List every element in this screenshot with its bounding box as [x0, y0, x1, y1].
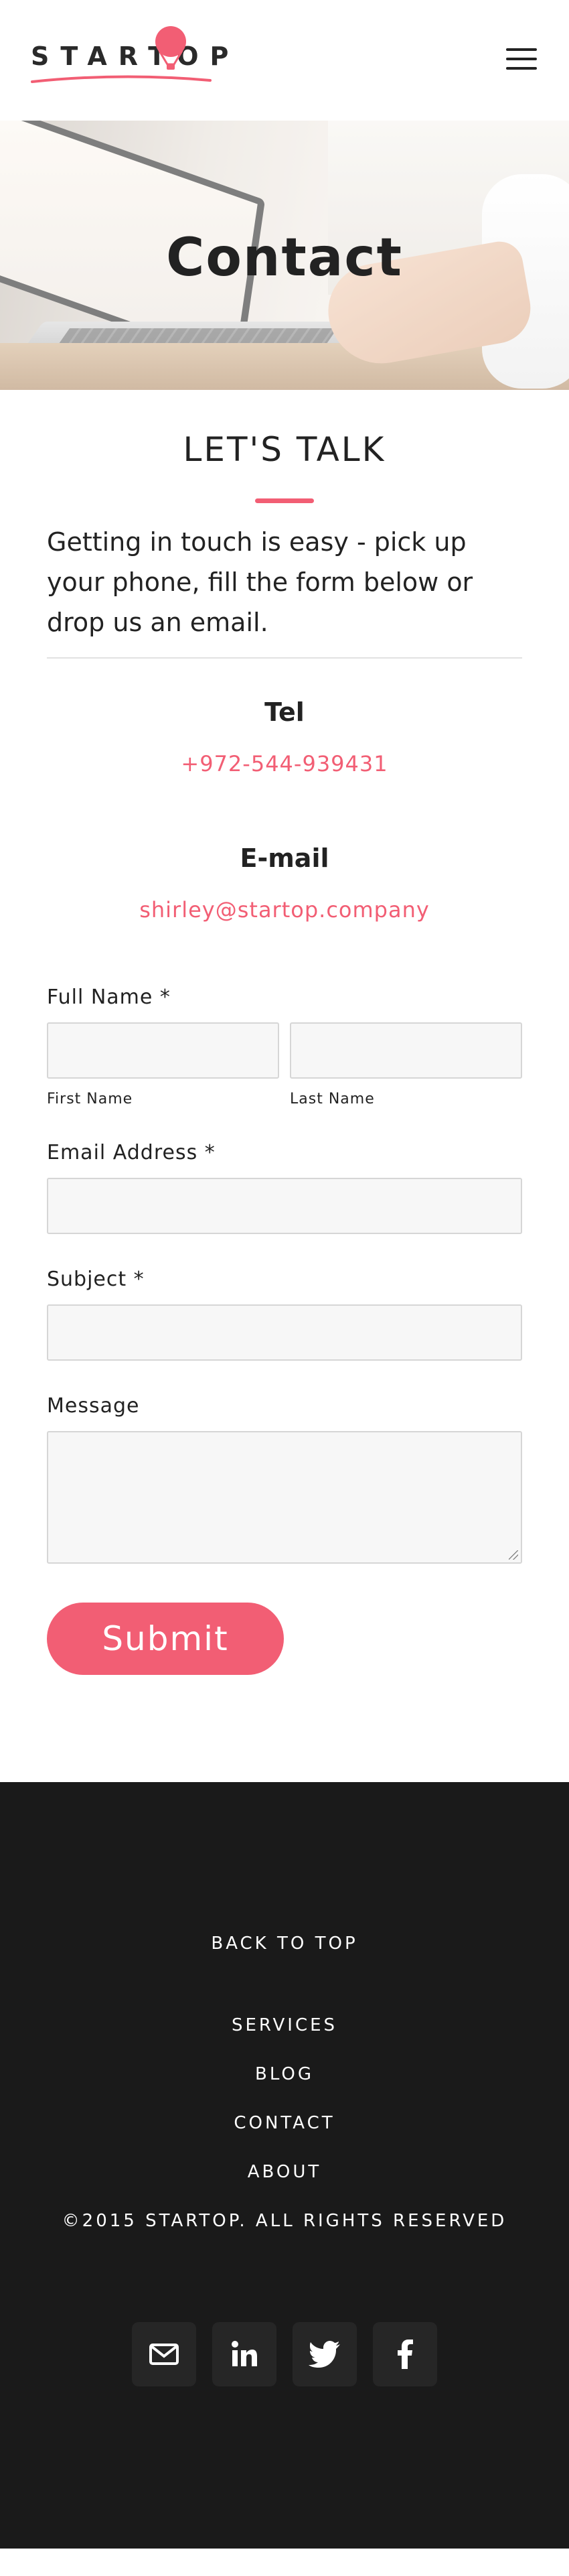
section-heading: LET'S TALK [183, 430, 386, 469]
email-address-label: Email Address * [47, 1141, 216, 1164]
tel-label: Tel [264, 697, 305, 727]
hero-banner: Contact [0, 121, 569, 390]
linkedin-social-button[interactable] [212, 2322, 276, 2386]
full-name-label: Full Name * [47, 986, 171, 1009]
accent-divider [255, 498, 314, 503]
contact-form: Full Name * First Name Last Name Email A… [47, 986, 522, 1675]
balloon-icon [155, 26, 186, 70]
site-header: STARTOP [0, 0, 569, 121]
social-links [0, 2322, 569, 2386]
facebook-icon [398, 2340, 413, 2369]
site-footer: BACK TO TOP SERVICES BLOG CONTACT ABOUT … [0, 1782, 569, 2549]
twitter-social-button[interactable] [293, 2322, 357, 2386]
message-textarea[interactable] [47, 1431, 522, 1564]
facebook-social-button[interactable] [373, 2322, 437, 2386]
email-link[interactable]: shirley@startop.company [47, 897, 522, 923]
email-field-block: Email Address * [47, 1141, 522, 1234]
email-icon [149, 2344, 179, 2365]
last-name-input[interactable] [290, 1022, 522, 1079]
startop-logo[interactable]: STARTOP [31, 25, 228, 86]
email-social-button[interactable] [132, 2322, 196, 2386]
first-name-label: First Name [47, 1091, 133, 1107]
page-title: Contact [166, 228, 403, 288]
resize-handle-icon[interactable] [509, 1550, 518, 1560]
message-field-block: Message [47, 1394, 522, 1564]
hamburger-menu-icon[interactable] [506, 47, 537, 71]
logo-swoosh [31, 75, 212, 83]
last-name-col: Last Name [290, 1022, 522, 1107]
email-input[interactable] [47, 1178, 522, 1234]
tel-link[interactable]: +972-544-939431 [47, 751, 522, 776]
message-label: Message [47, 1394, 140, 1418]
twitter-icon [309, 2341, 340, 2368]
subject-input[interactable] [47, 1304, 522, 1361]
linkedin-icon [232, 2341, 257, 2366]
intro-text: Getting in touch is easy - pick up your … [47, 527, 473, 637]
footer-link-services[interactable]: SERVICES [0, 2015, 569, 2035]
footer-link-contact[interactable]: CONTACT [0, 2113, 569, 2133]
first-name-input[interactable] [47, 1022, 279, 1079]
copyright-text: ©2015 STARTOP. ALL RIGHTS RESERVED [62, 2211, 507, 2231]
back-to-top-link[interactable]: BACK TO TOP [0, 1934, 569, 1954]
email-label: E-mail [240, 843, 329, 873]
first-name-col: First Name [47, 1022, 279, 1107]
submit-button[interactable]: Submit [47, 1603, 284, 1675]
name-row: First Name Last Name [47, 1022, 522, 1107]
subject-field-block: Subject * [47, 1268, 522, 1361]
footer-link-blog[interactable]: BLOG [0, 2064, 569, 2084]
contact-content: LET'S TALK Getting in touch is easy - pi… [0, 430, 569, 1675]
logo-text: STARTOP [31, 42, 240, 71]
subject-label: Subject * [47, 1268, 145, 1291]
footer-link-about[interactable]: ABOUT [0, 2162, 569, 2182]
last-name-label: Last Name [290, 1091, 375, 1107]
divider [47, 657, 522, 659]
